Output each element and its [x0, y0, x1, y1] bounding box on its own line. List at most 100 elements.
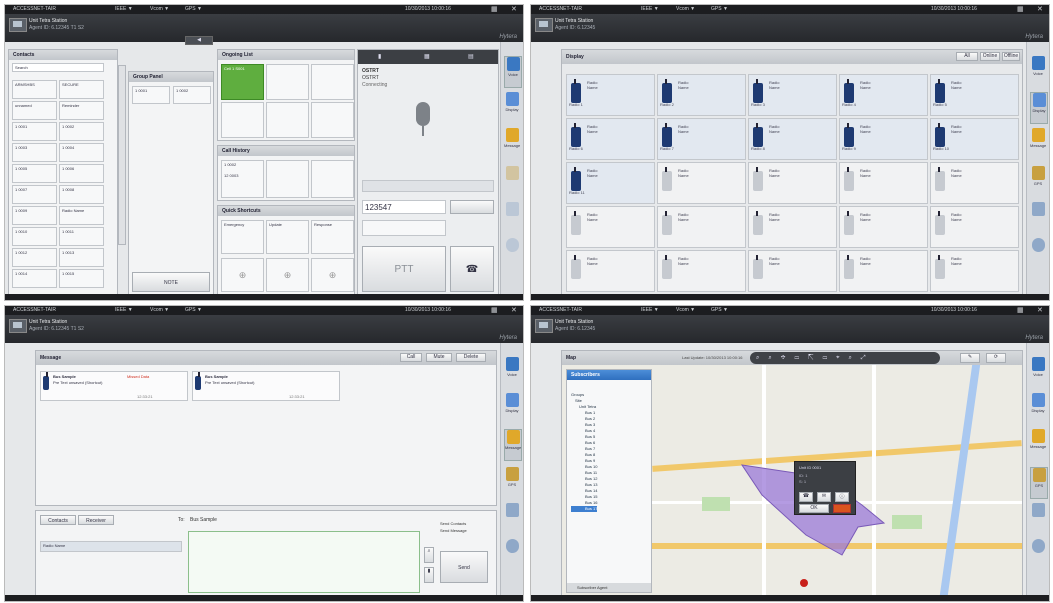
popup-ok-button[interactable]: OK [799, 504, 829, 513]
grid-icon[interactable]: ▦ [1017, 306, 1024, 315]
radio-tile[interactable]: Radio Name [930, 162, 1019, 204]
nav-message[interactable]: Message [504, 429, 522, 461]
radio-tile[interactable]: Radio Name [657, 250, 746, 292]
contact-entry[interactable]: unnamed [12, 101, 57, 120]
location-pin-icon[interactable] [800, 579, 808, 587]
shortcut-emergency[interactable]: Emergency [221, 220, 264, 254]
tree-item[interactable]: Bus 17 [571, 506, 598, 512]
note-button[interactable]: NOTE [132, 272, 210, 292]
tab-grid-icon[interactable]: ▦ [424, 53, 430, 60]
popup-call-icon[interactable]: ☎ [799, 492, 813, 502]
delete-button[interactable]: Delete [456, 353, 486, 362]
close-icon[interactable]: ✕ [511, 306, 517, 315]
shortcut-response[interactable]: Response [311, 220, 354, 254]
contact-entry[interactable]: 1 0012 [12, 248, 57, 267]
radio-tile[interactable]: Radio Name [930, 250, 1019, 292]
contact-entry[interactable]: 1 0013 [59, 248, 104, 267]
contact-entry[interactable]: 1 0007 [12, 185, 57, 204]
contact-entry[interactable]: 1 0009 [12, 206, 57, 225]
nav-gps[interactable]: GPS [1030, 467, 1048, 499]
contact-entry[interactable]: 1 0005 [12, 164, 57, 183]
radio-tile[interactable]: Radio Name [566, 250, 655, 292]
menu-ieee[interactable]: IEEE ▼ [641, 306, 659, 315]
menu-vcom[interactable]: Vcom ▼ [676, 306, 695, 315]
radio-tile[interactable]: Radio Name [839, 250, 928, 292]
contact-entry[interactable]: 1 0014 [12, 269, 57, 288]
nav-map[interactable] [504, 202, 520, 232]
nav-settings[interactable] [504, 238, 520, 268]
menu-vcom[interactable]: Vcom ▼ [676, 5, 695, 14]
send-button[interactable]: Send [440, 551, 488, 583]
hangup-icon[interactable]: ☎ [450, 246, 494, 292]
nav-message[interactable]: Message [504, 128, 520, 158]
menu-ieee[interactable]: IEEE ▼ [641, 5, 659, 14]
radio-tile[interactable]: Radio Name [566, 206, 655, 248]
option-send-message[interactable]: Send Message [440, 528, 467, 533]
radio-tile[interactable]: Radio Name Radio 4 [839, 74, 928, 116]
radio-tile[interactable]: Radio Name Radio 9 [839, 118, 928, 160]
menu-gps[interactable]: GPS ▼ [185, 5, 202, 14]
contact-entry[interactable]: Reminder [59, 101, 104, 120]
call-controls[interactable] [362, 180, 494, 192]
contacts-scroll[interactable] [118, 65, 126, 245]
nav-voice[interactable]: Voice [1030, 357, 1046, 387]
contact-entry[interactable]: Radio Name [59, 206, 104, 225]
radio-tile[interactable]: Radio Name Radio 1 [566, 74, 655, 116]
call-button[interactable] [450, 200, 494, 214]
radio-tile[interactable]: Radio Name Radio 7 [657, 118, 746, 160]
radio-tile[interactable]: Radio Name [657, 206, 746, 248]
grid-icon[interactable]: ▦ [491, 306, 498, 315]
call-slot[interactable] [311, 64, 354, 100]
ptt-button[interactable]: PTT [362, 246, 446, 292]
nav-map[interactable] [1030, 503, 1046, 533]
radio-tile[interactable]: Radio Name [748, 162, 837, 204]
popup-info-icon[interactable]: ⓘ [835, 492, 849, 502]
menu-gps[interactable]: GPS ▼ [185, 306, 202, 315]
menu-vcom[interactable]: Vcom ▼ [150, 306, 169, 315]
active-call-cell[interactable]: Cell 1 S001 [221, 64, 264, 100]
history-slot[interactable] [266, 160, 309, 198]
radio-tile[interactable]: Radio Name Radio 2 [657, 74, 746, 116]
add-shortcut-icon[interactable]: ⊕ [221, 258, 264, 292]
message-card[interactable]: Bus Sample Pre Text unsaved (Shortcut) M… [40, 371, 188, 401]
close-icon[interactable]: ✕ [511, 5, 517, 14]
contact-entry[interactable]: 1 0006 [59, 164, 104, 183]
radio-tile[interactable]: Radio Name [748, 206, 837, 248]
add-shortcut-icon[interactable]: ⊕ [311, 258, 354, 292]
call-slot[interactable] [221, 102, 264, 138]
nav-voice[interactable]: Voice [504, 357, 520, 387]
nav-map[interactable] [504, 503, 520, 533]
history-slot[interactable] [311, 160, 354, 198]
popup-msg-icon[interactable]: ✉ [817, 492, 831, 502]
radio-tile[interactable]: Radio Name [657, 162, 746, 204]
nav-message[interactable]: Message [1030, 128, 1046, 158]
menu-gps[interactable]: GPS ▼ [711, 5, 728, 14]
radio-tile[interactable]: Radio Name Radio 6 [566, 118, 655, 160]
popup-close-button[interactable] [833, 504, 851, 513]
menu-vcom[interactable]: Vcom ▼ [150, 5, 169, 14]
contact-entry[interactable]: 1 0010 [12, 227, 57, 246]
call-slot[interactable] [311, 102, 354, 138]
filter-all[interactable]: All [956, 52, 978, 61]
message-textarea[interactable] [188, 531, 420, 593]
contact-entry[interactable]: 1 0001 [12, 122, 57, 141]
nav-display[interactable]: Display [1030, 92, 1048, 124]
tab-list-icon[interactable]: ▤ [468, 53, 474, 60]
contact-entry[interactable]: 1 0002 [59, 122, 104, 141]
nav-display[interactable]: Display [1030, 393, 1046, 423]
radio-tile[interactable]: Radio Name Radio 5 [930, 74, 1019, 116]
radio-tile[interactable]: Radio Name Radio 8 [748, 118, 837, 160]
call-slot[interactable] [266, 102, 309, 138]
nav-settings[interactable] [1030, 238, 1046, 268]
edit-icon[interactable]: ✎ [960, 353, 980, 363]
contact-entry[interactable]: 1 0011 [59, 227, 104, 246]
contacts-search[interactable]: Search [12, 63, 104, 72]
filter-online[interactable]: Online [980, 52, 1000, 61]
grid-icon[interactable]: ▦ [491, 5, 498, 14]
nav-map[interactable] [1030, 202, 1046, 232]
radio-tile[interactable]: Radio Name [839, 206, 928, 248]
menu-gps[interactable]: GPS ▼ [711, 306, 728, 315]
nav-voice[interactable]: Voice [1030, 56, 1046, 86]
message-card[interactable]: Bus Sample Pre Text unsaved (Shortcut) 1… [192, 371, 340, 401]
radio-tile[interactable]: Radio Name [748, 250, 837, 292]
